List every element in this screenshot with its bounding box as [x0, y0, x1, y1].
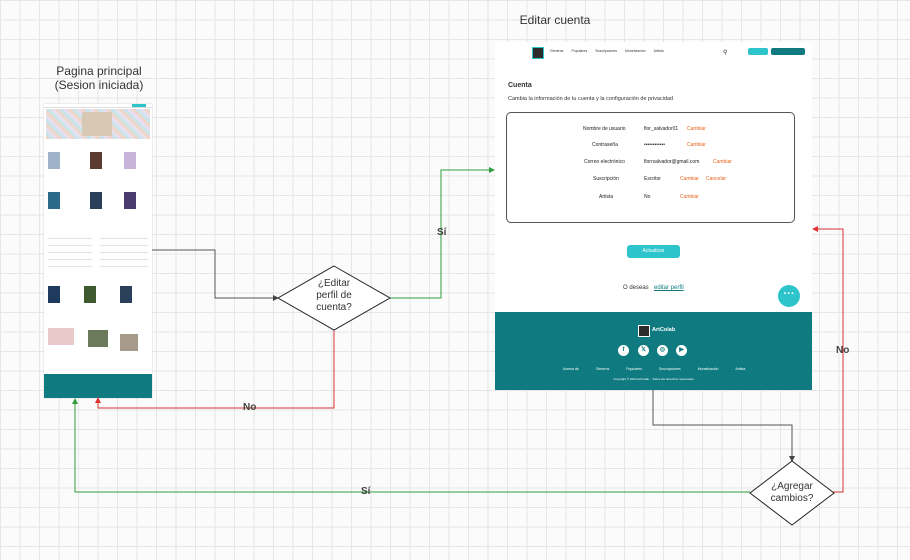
- edge-label-yes: Sí: [437, 227, 447, 238]
- flow-connectors: [72, 167, 844, 526]
- edge-edit-to-decision: [652, 390, 795, 462]
- edge-label-yes: Sí: [361, 486, 371, 497]
- decision-add-changes-label: ¿Agregar cambios?: [770, 481, 814, 504]
- edge-no-to-edit: [812, 226, 844, 493]
- edge-no-back: [95, 330, 335, 409]
- edge-yes-to-main: [72, 398, 750, 493]
- edge-label-no: No: [243, 402, 257, 413]
- edge-main-to-decision: [152, 249, 279, 301]
- decision-edit-profile-label: ¿Editar perfil de cuenta?: [316, 278, 352, 313]
- edge-label-no: No: [836, 345, 850, 356]
